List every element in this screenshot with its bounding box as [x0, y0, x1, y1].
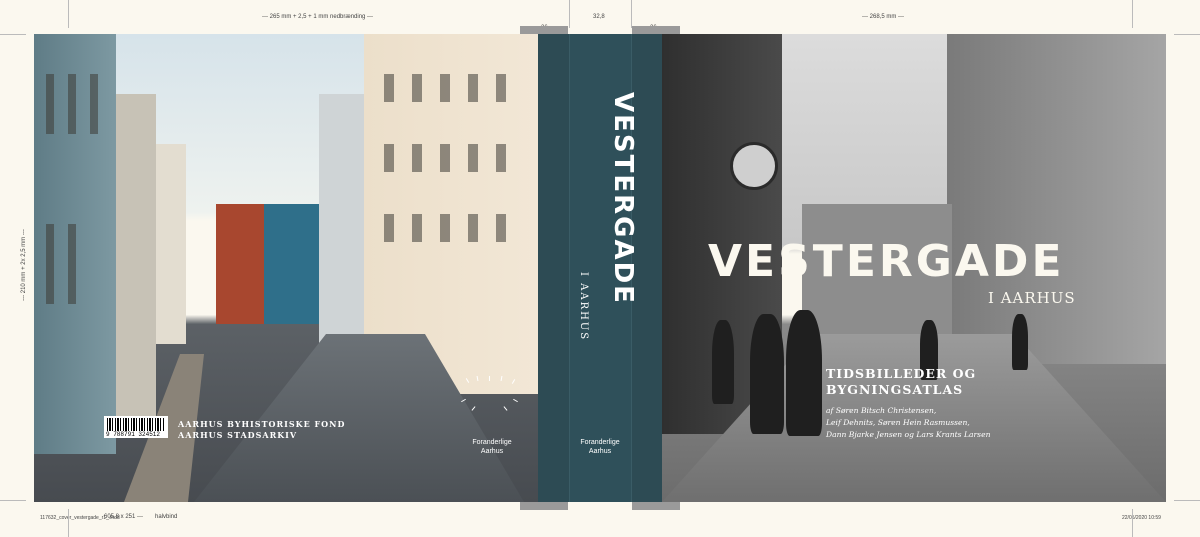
- crop-line: [68, 0, 69, 28]
- spine-series-label: Foranderlige Aarhus: [570, 438, 630, 456]
- window: [384, 144, 394, 172]
- window: [412, 74, 422, 102]
- window: [68, 224, 76, 304]
- crop-line: [631, 0, 632, 28]
- size-mark: 605,8 x 251 ---: [104, 514, 144, 520]
- flap-marker: [632, 502, 680, 510]
- isbn-number: 9 788791 324512: [106, 431, 161, 438]
- subtitle-line: TIDSBILLEDER OG: [826, 366, 977, 381]
- window: [496, 74, 506, 102]
- window: [468, 74, 478, 102]
- window: [68, 74, 76, 134]
- crop-line: [68, 509, 69, 537]
- building: [319, 94, 369, 354]
- timestamp-mark: 22/05/2020 10:59: [1122, 515, 1161, 521]
- author-line: Dann Bjarke Jensen og Lars Krants Larsen: [826, 430, 991, 439]
- window: [468, 144, 478, 172]
- crop-line: [569, 0, 570, 28]
- author-credits: af Søren Bitsch Christensen, Leif Dehnit…: [826, 405, 1006, 441]
- spine: [538, 34, 662, 502]
- front-title: VESTERGADE: [708, 236, 1065, 287]
- crop-line: [1132, 509, 1133, 537]
- flap-marker: [520, 26, 568, 34]
- flap-marker: [520, 502, 568, 510]
- pedestrian: [786, 310, 822, 436]
- series-line: Foranderlige: [580, 439, 620, 446]
- book-subtitle: TIDSBILLEDER OG BYGNINGSATLAS: [826, 366, 1006, 398]
- window: [412, 214, 422, 242]
- window: [46, 224, 54, 304]
- spine-fold-line: [569, 34, 570, 502]
- publishers: AARHUS BYHISTORISKE FOND AARHUS STADSARK…: [178, 419, 345, 441]
- publisher-line: AARHUS BYHISTORISKE FOND: [178, 419, 346, 429]
- front-subtitle: I AARHUS: [988, 289, 1076, 307]
- height-mark: --- 210 mm + 2x 2,5 mm ---: [20, 229, 27, 301]
- series-line: Foranderlige: [472, 439, 512, 446]
- window: [412, 144, 422, 172]
- isbn-barcode: 9 788791 324512: [104, 416, 168, 438]
- window: [468, 214, 478, 242]
- building: [216, 204, 266, 324]
- clock-icon: [730, 142, 778, 190]
- spine-title: VESTERGADE: [608, 92, 638, 305]
- window: [90, 74, 98, 134]
- window: [384, 214, 394, 242]
- window: [496, 214, 506, 242]
- spine-subtitle: I AARHUS: [578, 272, 589, 342]
- series-logo-icon: [461, 375, 521, 414]
- window: [440, 214, 450, 242]
- subtitle-line: BYGNINGSATLAS: [826, 382, 964, 397]
- window: [496, 144, 506, 172]
- mural-building: [264, 204, 324, 324]
- binding-mark: halvbind: [155, 514, 178, 520]
- back-series-label: Foranderlige Aarhus: [462, 438, 522, 456]
- author-line: Leif Dehnits, Søren Hein Rasmussen,: [826, 418, 970, 427]
- barcode-bars: [107, 418, 165, 431]
- window: [384, 74, 394, 102]
- pedestrian: [712, 320, 734, 404]
- crop-line: [1174, 34, 1200, 35]
- series-line: Aarhus: [588, 448, 612, 455]
- back-width-mark: --- 265 mm + 2,5 + 1 mm nedbrænding ---: [262, 14, 374, 20]
- crop-line: [0, 34, 26, 35]
- flap-marker: [632, 26, 680, 34]
- window: [440, 144, 450, 172]
- author-line: af Søren Bitsch Christensen,: [826, 406, 937, 415]
- window: [46, 74, 54, 134]
- front-width-mark: --- 268,5 mm ---: [862, 14, 904, 20]
- window: [440, 74, 450, 102]
- spine-width-mark: 32,8: [593, 14, 605, 20]
- cover-sheet: --- 265 mm + 2,5 + 1 mm nedbrænding --- …: [0, 0, 1200, 537]
- pedestrian: [1012, 314, 1028, 370]
- building: [947, 34, 1166, 364]
- building: [156, 144, 186, 344]
- series-line: Aarhus: [480, 448, 504, 455]
- pedestrian: [750, 314, 784, 434]
- crop-line: [0, 500, 26, 501]
- publisher-line: AARHUS STADSARKIV: [178, 430, 298, 440]
- building: [116, 94, 156, 424]
- crop-line: [1174, 500, 1200, 501]
- crop-line: [1132, 0, 1133, 28]
